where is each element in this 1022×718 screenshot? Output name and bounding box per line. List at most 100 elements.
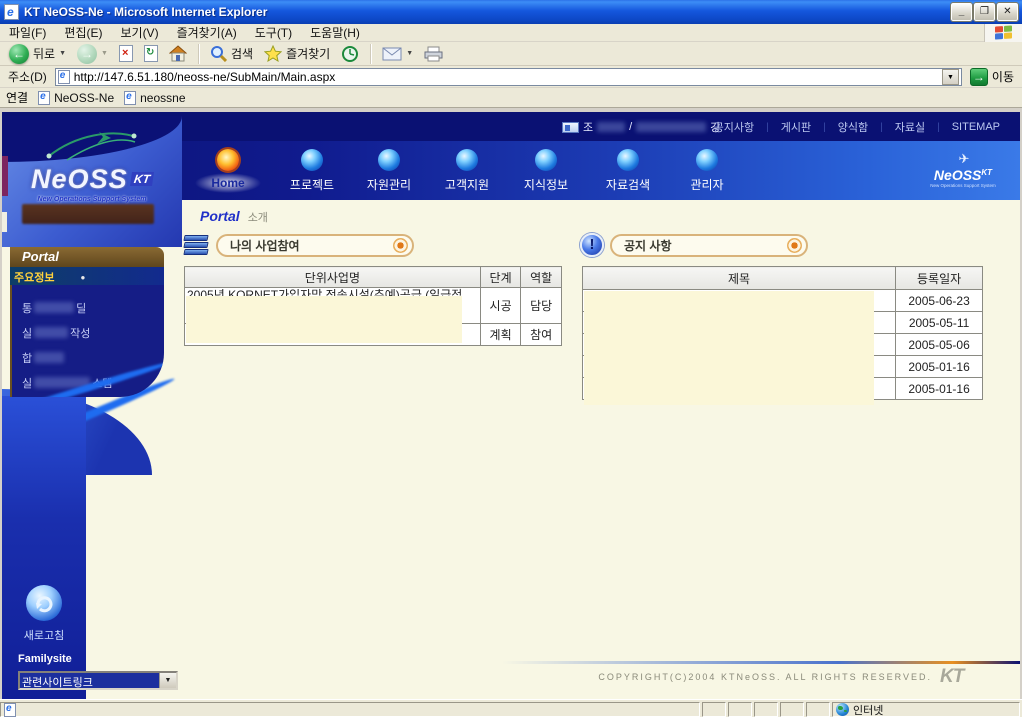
status-pane <box>754 702 778 717</box>
breadcrumb: Portal 소개 <box>200 208 268 225</box>
restore-button[interactable]: ❐ <box>974 3 995 21</box>
menu-favorites[interactable]: 즐겨찾기(A) <box>168 24 246 41</box>
col-role: 역할 <box>521 267 562 288</box>
star-icon <box>264 45 282 62</box>
nav-knowledge[interactable]: 지식정보 <box>506 149 586 193</box>
stop-button[interactable]: × <box>115 44 137 63</box>
sidebar-logo-block: NeOSS KT New Operations Support System <box>2 116 182 247</box>
close-button[interactable]: ✕ <box>997 3 1018 21</box>
util-link-board[interactable]: 게시판 <box>769 119 823 135</box>
go-button[interactable]: → 이동 <box>966 68 1018 86</box>
forward-icon: → <box>77 44 97 64</box>
menu-file[interactable]: 파일(F) <box>0 24 55 41</box>
portal-section-header[interactable]: 주요정보 ● <box>10 267 164 285</box>
brand-logo-large: NeOSS KT New Operations Support System <box>16 126 168 203</box>
print-button[interactable] <box>420 45 447 63</box>
menu-tools[interactable]: 도구(T) <box>246 24 301 41</box>
address-dropdown-icon[interactable]: ▼ <box>942 69 959 85</box>
nav-home[interactable]: Home <box>188 149 268 190</box>
util-link-sitemap[interactable]: SITEMAP <box>940 121 1012 133</box>
nav-project[interactable]: 프로젝트 <box>272 149 352 193</box>
nav-resources[interactable]: 자원관리 <box>349 149 429 193</box>
util-link-forms[interactable]: 양식함 <box>826 119 880 135</box>
back-button[interactable]: ← 뒤로 ▼ <box>5 43 70 65</box>
links-bar: 연결 NeOSS-Ne neossne <box>0 88 1022 108</box>
globe-icon <box>836 703 849 716</box>
sidebar-menu-item-1[interactable]: 통 딜 <box>22 295 164 320</box>
copyright-text: COPYRIGHT(C)2004 KTNeOSS. ALL RIGHTS RES… <box>2 672 932 682</box>
forward-button[interactable]: → ▼ <box>73 43 112 65</box>
go-arrow-icon: → <box>970 68 988 86</box>
refresh-page-button[interactable]: 새로고침 <box>18 585 70 643</box>
status-bar: 인터넷 <box>0 699 1022 717</box>
status-pane <box>780 702 804 717</box>
status-pane <box>728 702 752 717</box>
menu-edit[interactable]: 편집(E) <box>55 24 111 41</box>
web-page: 조 / 강 공지사항 | 게시판 | 양식함 | 자료실 | SITEMAP <box>0 108 1022 699</box>
minimize-button[interactable]: _ <box>951 3 972 21</box>
sidebar-menu-item-2[interactable]: 실 작성 <box>22 320 164 345</box>
nav-search[interactable]: 자료검색 <box>588 149 668 193</box>
page-favicon <box>58 70 70 84</box>
link-neoss-ne[interactable]: NeOSS-Ne <box>38 91 114 105</box>
status-pane <box>806 702 830 717</box>
util-link-notices[interactable]: 공지사항 <box>702 119 766 135</box>
ie-window: KT NeOSS-Ne - Microsoft Internet Explore… <box>0 0 1022 717</box>
portal-menu-box: Portal 주요정보 ● 통 딜 실 작성 합 <box>10 247 164 397</box>
link-neossne[interactable]: neossne <box>124 91 185 105</box>
address-label: 주소(D) <box>4 68 51 85</box>
address-input[interactable]: http://147.6.51.180/neoss-ne/SubMain/Mai… <box>55 68 962 86</box>
refresh-circle-icon <box>26 585 62 621</box>
link-icon <box>124 91 136 105</box>
link-icon <box>38 91 50 105</box>
kt-logo: KT <box>940 666 963 688</box>
mail-icon <box>382 47 402 61</box>
col-stage: 단계 <box>480 267 521 288</box>
my-business-header: 나의 사업참여 <box>184 234 414 257</box>
search-button[interactable]: 검색 <box>206 44 257 63</box>
target-circle-icon <box>787 238 802 253</box>
redacted-user-name <box>597 122 625 132</box>
familysite-label: Familysite <box>18 653 72 665</box>
nav-orb-icon <box>696 149 718 171</box>
menu-bar: 파일(F) 편집(E) 보기(V) 즐겨찾기(A) 도구(T) 도움말(H) <box>0 24 1022 42</box>
home-icon <box>169 45 187 62</box>
redacted-menu-text <box>34 327 68 338</box>
user-info: 조 / 강 <box>562 119 720 135</box>
portal-title: Portal <box>10 247 164 267</box>
back-dropdown-icon[interactable]: ▼ <box>59 50 66 57</box>
status-page-icon <box>4 703 16 717</box>
status-main-pane <box>0 702 700 717</box>
menu-view[interactable]: 보기(V) <box>111 24 167 41</box>
mail-dropdown-icon[interactable]: ▼ <box>406 50 413 57</box>
home-orb-icon <box>217 149 239 171</box>
back-icon: ← <box>9 44 29 64</box>
window-title: KT NeOSS-Ne - Microsoft Internet Explore… <box>24 5 951 19</box>
nav-admin[interactable]: 관리자 <box>667 149 747 193</box>
address-value[interactable]: http://147.6.51.180/neoss-ne/SubMain/Mai… <box>74 70 938 84</box>
menu-help[interactable]: 도움말(H) <box>301 24 369 41</box>
status-pane <box>702 702 726 717</box>
nav-orb-icon <box>535 149 557 171</box>
mail-button[interactable]: ▼ <box>378 46 417 62</box>
left-accent-stripe <box>2 156 8 196</box>
links-label: 연결 <box>6 89 28 106</box>
forward-dropdown-icon: ▼ <box>101 50 108 57</box>
util-link-archive[interactable]: 자료실 <box>883 119 937 135</box>
stop-icon: × <box>119 45 133 62</box>
sidebar-menu-item-3[interactable]: 합 <box>22 345 164 370</box>
bullet-icon: ● <box>80 273 85 282</box>
brand-swoosh-icon: ✈ <box>920 151 1006 167</box>
redacted-user-box <box>22 204 154 224</box>
refresh-icon: ↻ <box>144 45 158 62</box>
history-button[interactable] <box>337 44 363 64</box>
redaction-overlay <box>186 296 462 343</box>
refresh-button[interactable]: ↻ <box>140 44 162 63</box>
home-button[interactable] <box>165 44 191 63</box>
nav-customer[interactable]: 고객지원 <box>427 149 507 193</box>
books-icon <box>184 235 210 257</box>
redacted-menu-text <box>34 352 64 363</box>
nav-orb-icon <box>617 149 639 171</box>
favorites-button[interactable]: 즐겨찾기 <box>260 44 334 63</box>
windows-logo <box>984 24 1022 42</box>
